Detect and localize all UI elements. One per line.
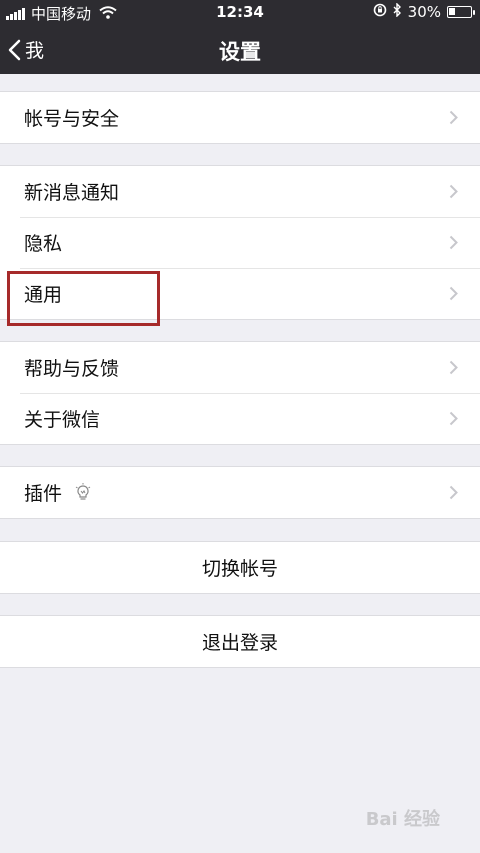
bluetooth-icon: [393, 2, 402, 21]
logout-label: 退出登录: [201, 632, 278, 654]
settings-item-label: 帐号与安全: [24, 108, 120, 130]
switch-account-group: 切换帐号: [0, 541, 480, 594]
battery-icon: [447, 6, 475, 18]
settings-item-help-feedback[interactable]: 帮助与反馈: [0, 342, 480, 393]
page-title: 设置: [219, 40, 261, 64]
settings-item-label: 关于微信: [24, 409, 101, 431]
status-right: 30%: [373, 2, 475, 21]
settings-item-account-security[interactable]: 帐号与安全: [0, 92, 480, 143]
settings-item-label: 新消息通知: [24, 182, 120, 204]
settings-item-plugins[interactable]: 插件: [0, 467, 480, 518]
logout-group: 退出登录: [0, 615, 480, 668]
settings-item-privacy[interactable]: 隐私: [0, 217, 480, 268]
settings-item-label: 帮助与反馈: [24, 358, 120, 380]
chevron-right-icon: [449, 286, 458, 301]
settings-group-help: 帮助与反馈 关于微信: [0, 341, 480, 445]
chevron-right-icon: [449, 184, 458, 199]
highlight-box: [7, 271, 160, 326]
switch-account-button[interactable]: 切换帐号: [0, 542, 480, 593]
lightbulb-icon: [74, 482, 92, 503]
nav-bar: 我 设置: [0, 26, 480, 74]
chevron-right-icon: [449, 110, 458, 125]
logout-button[interactable]: 退出登录: [0, 616, 480, 667]
settings-group-plugins: 插件: [0, 466, 480, 519]
status-bar: 中国移动 12:34 30%: [0, 0, 480, 26]
settings-item-label: 隐私: [24, 233, 63, 255]
chevron-right-icon: [449, 235, 458, 250]
battery-percent: 30%: [407, 3, 441, 21]
settings-item-label: 插件: [24, 483, 63, 505]
rotation-lock-icon: [373, 3, 387, 21]
watermark-logo: Bai 经验: [365, 809, 440, 830]
chevron-right-icon: [449, 411, 458, 426]
switch-account-label: 切换帐号: [201, 558, 278, 580]
settings-item-about[interactable]: 关于微信: [0, 393, 480, 444]
top-bar: 中国移动 12:34 30% 我 设置: [0, 0, 480, 74]
chevron-right-icon: [449, 485, 458, 500]
chevron-right-icon: [449, 360, 458, 375]
settings-group-account: 帐号与安全: [0, 91, 480, 144]
settings-item-new-message-notification[interactable]: 新消息通知: [0, 166, 480, 217]
battery-fill: [449, 8, 455, 15]
